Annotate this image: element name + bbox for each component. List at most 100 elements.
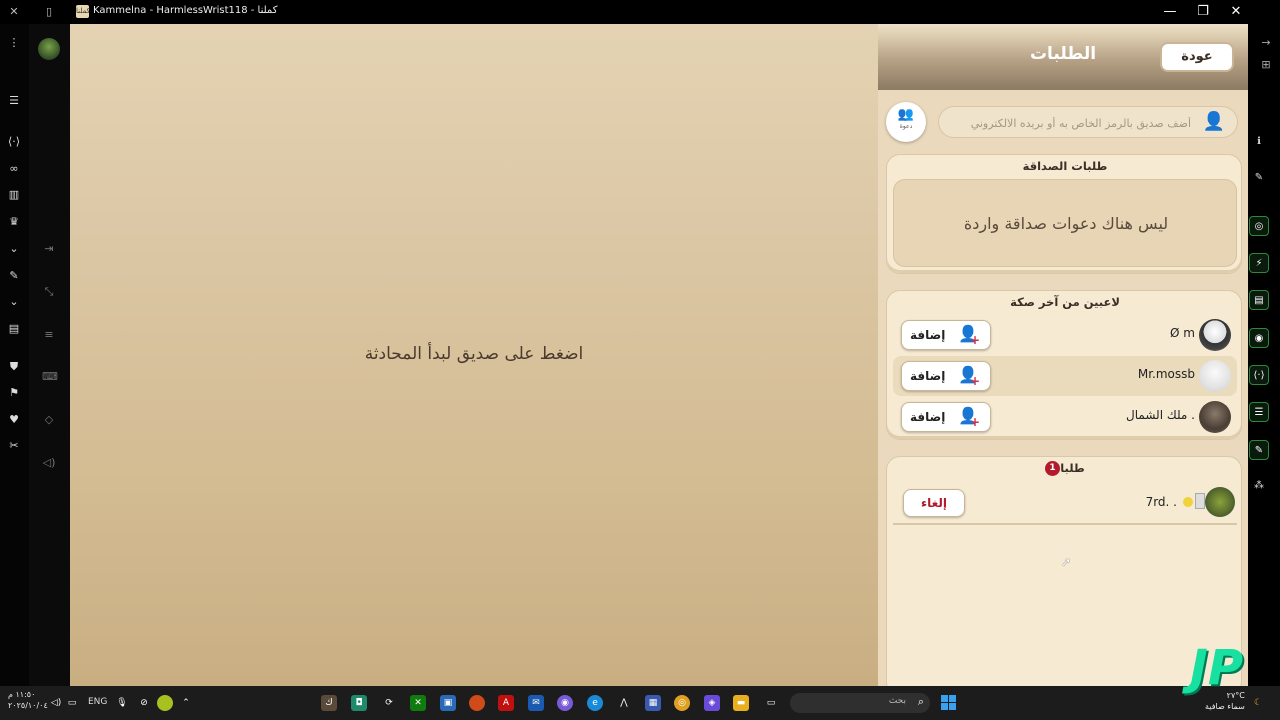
- right-sidebar: → ⊞ ℹ ✎ ◎ ⚡ ▤ ◉ ⟨·⟩ ☰ ✎ ⁂: [1248, 24, 1280, 686]
- app-icon[interactable]: ◘: [351, 695, 367, 711]
- menu-icon[interactable]: ☰: [7, 94, 21, 108]
- user-avatar[interactable]: [38, 38, 60, 60]
- taskbar-search[interactable]: بحث ⌕: [790, 693, 930, 713]
- flag-icon[interactable]: ⚑: [7, 386, 21, 400]
- link-icon[interactable]: ∞: [7, 162, 21, 176]
- add-friend-button[interactable]: إضافة 👤 +: [901, 361, 991, 391]
- clock[interactable]: ١١:٥٠ م ٢٠٢٥/١٠/٠٤: [8, 689, 48, 711]
- player-avatar[interactable]: [1199, 319, 1231, 351]
- screenshot-icon[interactable]: ◎: [1249, 216, 1269, 236]
- browser-icon[interactable]: [469, 695, 485, 711]
- requests-count-badge: 1: [1045, 461, 1060, 476]
- share-icon[interactable]: ⁂: [1249, 476, 1269, 496]
- chevron-down-icon[interactable]: ⌄: [7, 295, 21, 309]
- add-friend-button[interactable]: إضافة 👤 +: [901, 320, 991, 350]
- request-avatar[interactable]: [1205, 487, 1235, 517]
- chat-hint-text: اضغط على صديق لبدأ المحادثة: [364, 344, 584, 364]
- search-icon: ⌕: [917, 695, 924, 708]
- my-requests-section: طلباتك 1 إلغاء 7rd. . ➚: [886, 456, 1242, 696]
- left-sidebar: ⋮ ☰ ⟨·⟩ ∞ ▥ ♛ ⌄ ✎ ⌄ ▤ ⛊ ⚑ ♥ ✂ ⇥ ⤡ ≡ ⌨ ◇ …: [0, 24, 70, 686]
- lightning-icon[interactable]: ⚡: [1249, 253, 1269, 273]
- edge-icon[interactable]: e: [587, 695, 603, 711]
- invite-user-icon: 👥: [897, 107, 915, 122]
- sync-icon[interactable]: ⟳: [381, 695, 397, 711]
- store-icon[interactable]: ▤: [7, 322, 21, 336]
- copilot-icon[interactable]: ◈: [704, 695, 720, 711]
- store-icon[interactable]: ▦: [645, 695, 661, 711]
- info-icon[interactable]: ℹ: [1249, 132, 1269, 152]
- left-icon-column: [0, 24, 29, 686]
- more-options-icon[interactable]: ⋮: [7, 36, 21, 50]
- kammelna-taskbar-icon[interactable]: ك: [321, 695, 337, 711]
- photos-icon[interactable]: ▣: [440, 695, 456, 711]
- chat-area: اضغط على صديق لبدأ المحادثة: [70, 24, 878, 686]
- document-icon[interactable]: ▤: [1249, 290, 1269, 310]
- back-button[interactable]: عودة: [1160, 42, 1234, 72]
- sidebar-toggle-icon[interactable]: ▯: [43, 6, 55, 18]
- player-row: إضافة 👤 + Mr.mossb: [893, 356, 1237, 396]
- minimize-button[interactable]: —: [1160, 2, 1180, 22]
- broadcast-icon[interactable]: ⟨·⟩: [1249, 365, 1269, 385]
- cancel-request-button[interactable]: إلغاء: [903, 489, 965, 517]
- stats-icon[interactable]: ▥: [7, 188, 21, 202]
- display-icon[interactable]: ▭: [64, 695, 80, 711]
- maximize-button[interactable]: ❐: [1193, 2, 1213, 22]
- app-tray-icon[interactable]: [157, 695, 173, 711]
- pencil-icon[interactable]: ✎: [1249, 168, 1269, 188]
- mic-icon[interactable]: 🎙: [114, 695, 130, 711]
- my-requests-title: طلباتك: [1045, 461, 1085, 475]
- wrench-icon[interactable]: ✎: [1249, 440, 1269, 460]
- chevron-down-icon[interactable]: ⌄: [7, 242, 21, 256]
- search-row: 👥 دعوة 👤: [878, 98, 1248, 144]
- invite-button[interactable]: 👥 دعوة: [886, 102, 926, 142]
- add-friend-input[interactable]: [951, 113, 1191, 133]
- player-row: إضافة 👤 + Ø m: [893, 315, 1237, 355]
- add-friend-search: 👤: [938, 106, 1238, 138]
- volume-icon[interactable]: ◁): [48, 695, 64, 711]
- heart-icon[interactable]: ♥: [7, 413, 21, 427]
- chrome-icon[interactable]: ◎: [674, 695, 690, 711]
- taskbar-search-placeholder: بحث: [888, 696, 906, 706]
- player-name: ملك الشمال .: [1126, 408, 1195, 422]
- sliders-icon[interactable]: ≡: [42, 328, 56, 342]
- taskbar: ١١:٥٠ م ٢٠٢٥/١٠/٠٤ ◁) ▭ ENG 🎙 ⊘ ⌃ ك ◘ ⟳ …: [0, 686, 1280, 720]
- xbox-icon[interactable]: ✕: [410, 695, 426, 711]
- add-user-icon[interactable]: 👤: [1203, 111, 1225, 132]
- app-icon[interactable]: ⋀: [616, 695, 632, 711]
- player-row: إضافة 👤 + ملك الشمال .: [893, 397, 1237, 437]
- discord-icon[interactable]: ◉: [557, 695, 573, 711]
- shield-icon[interactable]: ⛊: [7, 360, 21, 374]
- trophy-icon[interactable]: ♛: [7, 215, 21, 229]
- chevron-up-icon[interactable]: ⌃: [178, 695, 194, 711]
- folder-icon[interactable]: ▬: [733, 695, 749, 711]
- keyboard-icon[interactable]: ⌨: [42, 370, 58, 384]
- window-icon[interactable]: ▭: [763, 695, 779, 711]
- plus-icon: +: [969, 333, 980, 347]
- player-avatar[interactable]: [1199, 360, 1231, 392]
- exit-icon[interactable]: ⇥: [42, 242, 56, 256]
- language-indicator[interactable]: ENG: [88, 697, 107, 707]
- grid-icon[interactable]: ⊞: [1258, 58, 1274, 74]
- camera-off-icon[interactable]: ⊘: [136, 695, 152, 711]
- tools-icon[interactable]: ✂: [7, 439, 21, 453]
- tag-icon[interactable]: ◇: [42, 413, 56, 427]
- request-row: إلغاء 7rd. .: [893, 485, 1237, 525]
- title-bar: ✕ ▯ كملنا Kammelna - HarmlessWrist118 - …: [0, 0, 1280, 24]
- add-friend-button[interactable]: إضافة 👤 +: [901, 402, 991, 432]
- chat-icon[interactable]: ◉: [1249, 328, 1269, 348]
- last-game-players-title: لاعبين من آخر صكة: [1010, 295, 1120, 309]
- close-button[interactable]: ✕: [1226, 2, 1246, 22]
- resize-icon[interactable]: ⤡: [42, 285, 56, 299]
- wrench-icon[interactable]: ✎: [7, 269, 21, 283]
- server-icon[interactable]: ☰: [1249, 402, 1269, 422]
- broadcast-icon[interactable]: ⟨·⟩: [7, 135, 21, 149]
- player-avatar[interactable]: [1199, 401, 1231, 433]
- start-button[interactable]: [941, 695, 956, 710]
- channel-logo: JP: [1190, 640, 1244, 696]
- arrow-right-icon[interactable]: →: [1258, 36, 1274, 52]
- mail-icon[interactable]: ✉: [528, 695, 544, 711]
- pdf-icon[interactable]: A: [498, 695, 514, 711]
- add-label: إضافة: [910, 410, 946, 424]
- sound-icon[interactable]: ◁): [42, 456, 56, 470]
- close-tab-icon[interactable]: ✕: [8, 6, 20, 18]
